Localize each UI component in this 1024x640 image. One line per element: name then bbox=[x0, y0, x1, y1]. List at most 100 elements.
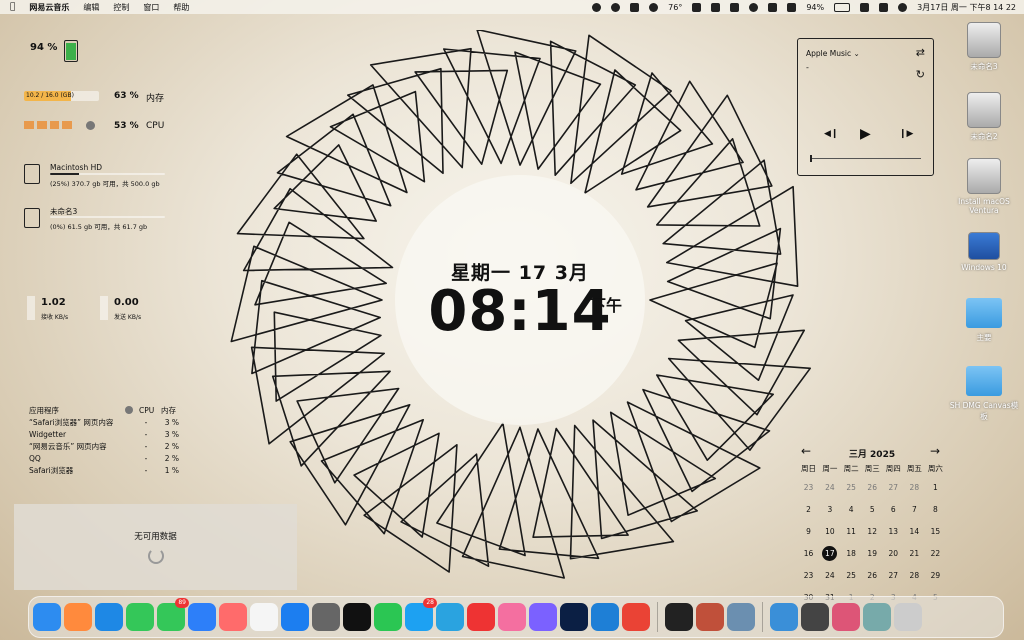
temperature[interactable]: 76° bbox=[668, 3, 682, 12]
previous-icon[interactable]: ◀❙ bbox=[824, 129, 838, 139]
status-icon-8[interactable] bbox=[768, 2, 778, 12]
calendar-day[interactable]: 29 bbox=[925, 564, 946, 586]
calendar-day[interactable]: 24 bbox=[819, 564, 841, 586]
terminal-icon[interactable] bbox=[665, 603, 693, 631]
notes-icon[interactable] bbox=[250, 603, 278, 631]
xcode-icon[interactable] bbox=[529, 603, 557, 631]
calendar-day[interactable]: 3 bbox=[819, 498, 841, 520]
calendar-day[interactable]: 23 bbox=[798, 564, 819, 586]
vscode-icon[interactable] bbox=[591, 603, 619, 631]
menu-control[interactable]: 控制 bbox=[113, 2, 129, 13]
calendar-day[interactable]: 24 bbox=[819, 476, 841, 498]
calendar-day[interactable]: 8 bbox=[925, 498, 946, 520]
image-tool-icon[interactable] bbox=[727, 603, 755, 631]
control-center-icon[interactable] bbox=[879, 2, 889, 12]
window-thumb-icon[interactable] bbox=[832, 603, 860, 631]
calendar-day[interactable]: 11 bbox=[841, 520, 862, 542]
window-thumb-icon[interactable] bbox=[863, 603, 891, 631]
status-icon-9[interactable] bbox=[787, 2, 797, 12]
status-icon-7[interactable] bbox=[749, 2, 759, 12]
calendar-day[interactable]: 7 bbox=[904, 498, 925, 520]
keyboard-icon[interactable] bbox=[860, 2, 870, 12]
photos-icon[interactable] bbox=[219, 603, 247, 631]
calendar-day[interactable]: 26 bbox=[862, 564, 883, 586]
siri-icon[interactable] bbox=[898, 2, 908, 12]
menu-window[interactable]: 窗口 bbox=[143, 2, 159, 13]
calendar-day[interactable]: 20 bbox=[883, 542, 904, 564]
calendar-day[interactable]: 13 bbox=[883, 520, 904, 542]
calendar-day[interactable]: 21 bbox=[904, 542, 925, 564]
status-icon-2[interactable] bbox=[611, 2, 621, 12]
shield-icon[interactable] bbox=[630, 2, 640, 12]
apple-icon[interactable]:  bbox=[10, 2, 15, 12]
status-icon-1[interactable] bbox=[592, 2, 602, 12]
messages-icon[interactable]: 89 bbox=[157, 598, 189, 631]
calendar-day[interactable]: 6 bbox=[883, 498, 904, 520]
calendar-day[interactable]: 27 bbox=[883, 476, 904, 498]
facetime-icon[interactable] bbox=[126, 603, 154, 631]
calendar-day[interactable]: 2 bbox=[798, 498, 819, 520]
arrow-right-icon[interactable]: → bbox=[930, 444, 940, 458]
calendar-day[interactable]: 27 bbox=[883, 564, 904, 586]
status-icon-3[interactable] bbox=[649, 2, 659, 12]
calendar-day[interactable]: 14 bbox=[904, 520, 925, 542]
next-icon[interactable]: ❙▶ bbox=[899, 129, 913, 139]
twitter-icon[interactable]: 28 bbox=[405, 598, 437, 631]
finder-icon[interactable] bbox=[33, 603, 61, 631]
desktop-item-disk[interactable]: 未命名3 bbox=[949, 22, 1019, 72]
desktop-item-win[interactable]: Windows 10 bbox=[949, 232, 1019, 272]
calendar-day[interactable]: 26 bbox=[862, 476, 883, 498]
calendar-day[interactable]: 25 bbox=[841, 564, 862, 586]
preview-icon[interactable] bbox=[696, 603, 724, 631]
safari-icon[interactable] bbox=[95, 603, 123, 631]
info-icon[interactable] bbox=[86, 121, 95, 130]
calendar-day[interactable]: 23 bbox=[798, 476, 819, 498]
window-thumb-icon[interactable] bbox=[801, 603, 829, 631]
calendar-day[interactable]: 15 bbox=[925, 520, 946, 542]
wechat-icon[interactable] bbox=[374, 603, 402, 631]
battery-icon[interactable] bbox=[834, 2, 851, 12]
calendar-day[interactable]: 25 bbox=[841, 476, 862, 498]
calendar-day[interactable]: 18 bbox=[841, 542, 862, 564]
photoshop-icon[interactable] bbox=[560, 603, 588, 631]
qq-icon[interactable] bbox=[343, 603, 371, 631]
calendar-day[interactable]: 4 bbox=[841, 498, 862, 520]
calendar-day[interactable]: 5 bbox=[862, 498, 883, 520]
app-store-icon[interactable] bbox=[281, 603, 309, 631]
calendar-day[interactable]: 28 bbox=[904, 564, 925, 586]
status-icon-4[interactable] bbox=[692, 2, 702, 12]
telegram-icon[interactable] bbox=[436, 603, 464, 631]
launchpad-icon[interactable] bbox=[64, 603, 92, 631]
status-icon-5[interactable] bbox=[711, 2, 721, 12]
calendar-day[interactable]: 22 bbox=[925, 542, 946, 564]
progress-track[interactable] bbox=[810, 155, 921, 162]
music-source[interactable]: Apple Music ⌄ bbox=[806, 49, 860, 58]
menu-app-name[interactable]: 网易云音乐 bbox=[29, 2, 69, 13]
chrome-icon[interactable] bbox=[622, 603, 650, 631]
desktop-item-folder[interactable]: SH DMG Canvas模板 bbox=[949, 364, 1019, 422]
repeat-icon[interactable]: ↻ bbox=[916, 68, 925, 81]
desktop-item-disk[interactable]: Install macOS Ventura bbox=[949, 158, 1019, 215]
calendar-day[interactable]: 19 bbox=[862, 542, 883, 564]
menu-edit[interactable]: 编辑 bbox=[83, 2, 99, 13]
play-icon[interactable]: ▶ bbox=[860, 126, 871, 142]
battery-percent[interactable]: 94% bbox=[806, 3, 824, 12]
system-settings-icon[interactable] bbox=[312, 603, 340, 631]
netease-music-icon[interactable] bbox=[467, 603, 495, 631]
calendar-day[interactable]: 1 bbox=[925, 476, 946, 498]
calendar-day[interactable]: 9 bbox=[798, 520, 819, 542]
downloads-stack-icon[interactable] bbox=[770, 603, 798, 631]
proc-info-icon[interactable] bbox=[125, 406, 133, 414]
desktop-item-folder[interactable]: 主要 bbox=[949, 296, 1019, 343]
menubar-clock[interactable]: 3月17日 周一 下午8 14 22 bbox=[917, 2, 1016, 13]
calendar-day[interactable]: 10 bbox=[819, 520, 841, 542]
menu-help[interactable]: 帮助 bbox=[173, 2, 189, 13]
status-icon-6[interactable] bbox=[730, 2, 740, 12]
bilibili-icon[interactable] bbox=[498, 603, 526, 631]
calendar-day[interactable]: 28 bbox=[904, 476, 925, 498]
mail-icon[interactable] bbox=[188, 603, 216, 631]
calendar-day[interactable]: 17 bbox=[819, 542, 841, 564]
shuffle-icon[interactable]: ⇄ bbox=[916, 46, 925, 59]
desktop-item-disk[interactable]: 未命名2 bbox=[949, 92, 1019, 142]
trash-icon[interactable] bbox=[894, 603, 922, 631]
